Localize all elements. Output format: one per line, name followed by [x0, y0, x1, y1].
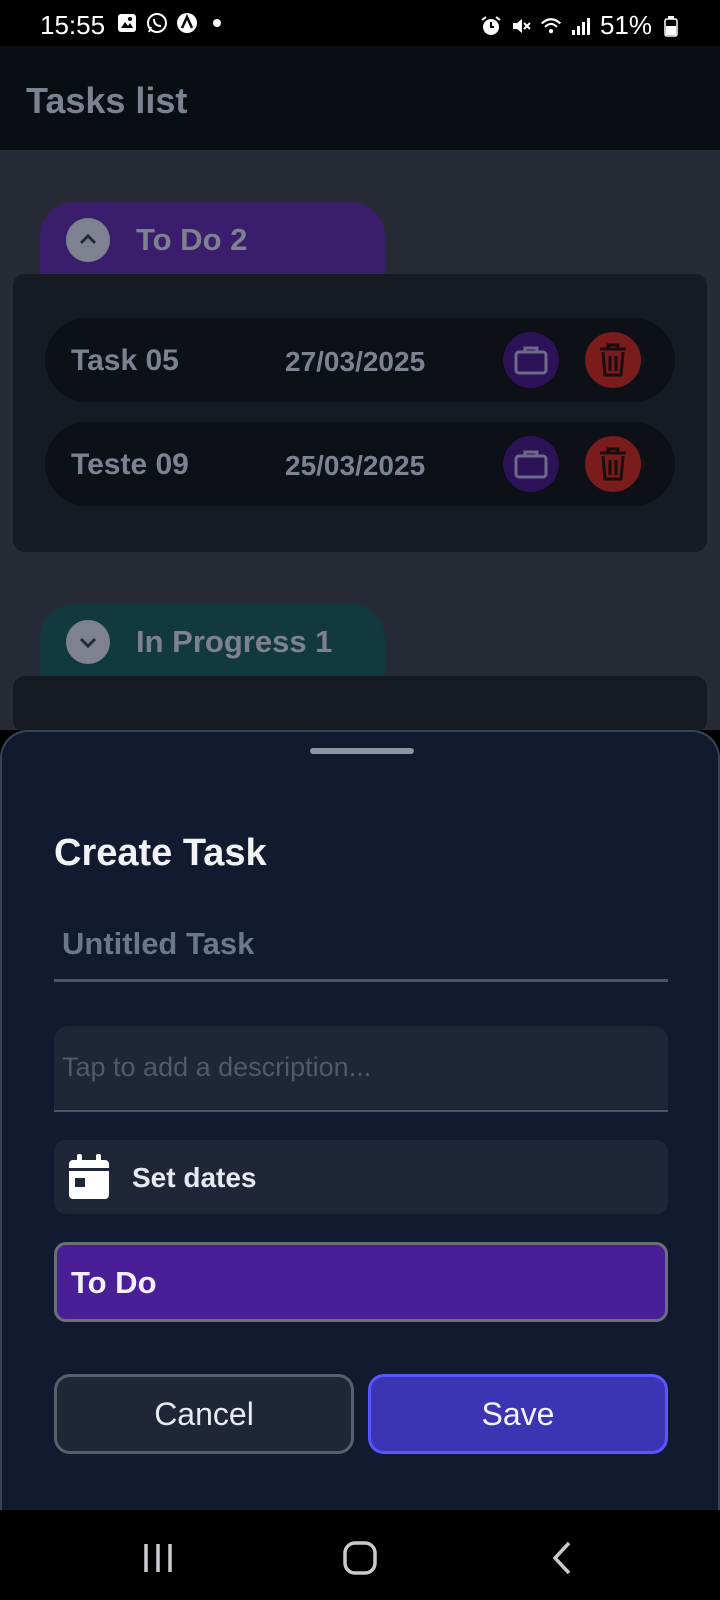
- task-title-field[interactable]: [54, 908, 668, 982]
- app-bar: Tasks list: [0, 46, 720, 150]
- calendar-icon: [69, 1154, 109, 1199]
- status-time: 15:55: [40, 10, 106, 40]
- trash-icon: [600, 343, 626, 377]
- alarm-icon: [480, 15, 502, 37]
- gallery-icon: [116, 12, 138, 34]
- dot-icon: [206, 12, 228, 34]
- move-task-button[interactable]: [503, 332, 559, 388]
- task-title-input[interactable]: [54, 908, 668, 979]
- task-date: 25/03/2025: [285, 450, 426, 481]
- briefcase-icon: [514, 346, 548, 375]
- move-task-button[interactable]: [503, 436, 559, 492]
- set-dates-label: Set dates: [132, 1162, 257, 1193]
- set-dates-button[interactable]: Set dates: [54, 1140, 668, 1214]
- chevron-up-icon[interactable]: [66, 218, 110, 262]
- create-task-sheet: Create Task Set dates To Do Cancel Save: [0, 730, 720, 1510]
- cancel-button[interactable]: Cancel: [54, 1374, 354, 1454]
- task-description-field[interactable]: [54, 1026, 668, 1112]
- system-nav-bar: [0, 1510, 720, 1600]
- group-label: In Progress 1: [136, 624, 333, 659]
- app-icon: [176, 12, 198, 34]
- delete-task-button[interactable]: [585, 436, 641, 492]
- home-icon[interactable]: [330, 1536, 390, 1580]
- chevron-down-icon[interactable]: [66, 620, 110, 664]
- battery-icon: [660, 15, 682, 37]
- page-title: Tasks list: [26, 80, 188, 121]
- whatsapp-icon: [146, 12, 168, 34]
- trash-icon: [600, 447, 626, 481]
- group-panel-in-progress: [13, 676, 707, 732]
- signal-icon: [570, 15, 592, 37]
- group-panel-todo: Task 05 27/03/2025 Teste 09 25/03/2025: [13, 274, 707, 552]
- notification-icons: [116, 12, 228, 34]
- drag-handle[interactable]: [310, 748, 414, 754]
- mute-icon: [510, 15, 532, 37]
- wifi-icon: [540, 15, 562, 37]
- status-select-value: To Do: [71, 1265, 157, 1300]
- status-select[interactable]: To Do: [54, 1242, 668, 1322]
- system-icons: 51%: [480, 10, 682, 41]
- task-row[interactable]: Task 05 27/03/2025: [45, 318, 675, 402]
- group-tab-in-progress[interactable]: In Progress 1: [40, 604, 385, 684]
- battery-level: 51%: [599, 10, 652, 40]
- group-tab-todo[interactable]: To Do 2: [40, 202, 385, 282]
- sheet-title: Create Task: [54, 832, 267, 874]
- briefcase-icon: [514, 450, 548, 479]
- save-button[interactable]: Save: [368, 1374, 668, 1454]
- delete-task-button[interactable]: [585, 332, 641, 388]
- status-bar: 15:55 51%: [0, 0, 720, 46]
- task-date: 27/03/2025: [285, 346, 426, 377]
- task-description-input[interactable]: [54, 1026, 668, 1110]
- group-label: To Do 2: [136, 222, 248, 257]
- recents-icon[interactable]: [128, 1536, 188, 1580]
- task-name: Teste 09: [71, 448, 189, 481]
- task-name: Task 05: [71, 344, 179, 377]
- back-icon[interactable]: [532, 1536, 592, 1580]
- task-groups: To Do 2 Task 05 27/03/2025 Teste 09 25/0…: [0, 150, 720, 732]
- task-row[interactable]: Teste 09 25/03/2025: [45, 422, 675, 506]
